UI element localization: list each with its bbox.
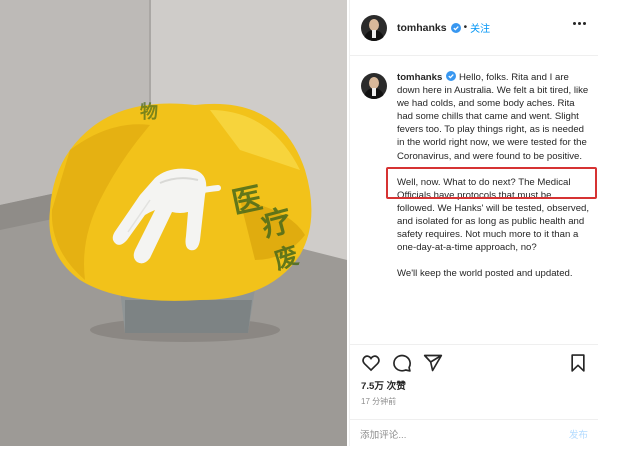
- highlight-annotation: [386, 167, 597, 199]
- caption-avatar[interactable]: [361, 73, 387, 99]
- verified-icon: [450, 22, 461, 33]
- follow-button[interactable]: 关注: [470, 20, 490, 35]
- avatar[interactable]: [361, 14, 387, 41]
- post-time[interactable]: 17 分钟前: [361, 396, 396, 407]
- caption-username[interactable]: tomhanks: [397, 72, 442, 83]
- more-options-icon[interactable]: [573, 22, 586, 25]
- post-header: tomhanks • 关注: [350, 0, 598, 56]
- post-photo: 医 疗 废 物: [0, 0, 347, 446]
- verified-icon: [446, 71, 457, 81]
- comment-input[interactable]: 添加评论...: [360, 427, 406, 441]
- comment-icon[interactable]: [392, 353, 412, 373]
- caption-paragraph-3: We'll keep the world posted and updated.: [397, 268, 573, 280]
- caption-area[interactable]: tomhanks Hello, folks. Rita and I are do…: [350, 57, 598, 344]
- post-panel: tomhanks • 关注 tomhanks Hello, folks. Rit…: [349, 0, 598, 446]
- photo-scene: 医 疗 废 物: [0, 0, 347, 446]
- share-icon[interactable]: [423, 353, 443, 373]
- likes-count[interactable]: 7.5万 次赞: [361, 378, 406, 392]
- separator-dot: •: [463, 22, 468, 33]
- svg-text:物: 物: [140, 101, 158, 123]
- caption-body-1: Hello, folks. Rita and I are down here i…: [397, 72, 589, 162]
- comment-bar: 添加评论... 发布: [350, 419, 598, 447]
- post-comment-button[interactable]: 发布: [569, 427, 588, 441]
- heart-icon[interactable]: [361, 353, 381, 373]
- post-actions: 7.5万 次赞 17 分钟前 添加评论... 发布: [350, 344, 598, 446]
- bookmark-icon[interactable]: [568, 353, 588, 373]
- header-username[interactable]: tomhanks: [397, 22, 447, 34]
- caption-paragraph-1: tomhanks Hello, folks. Rita and I are do…: [397, 71, 590, 163]
